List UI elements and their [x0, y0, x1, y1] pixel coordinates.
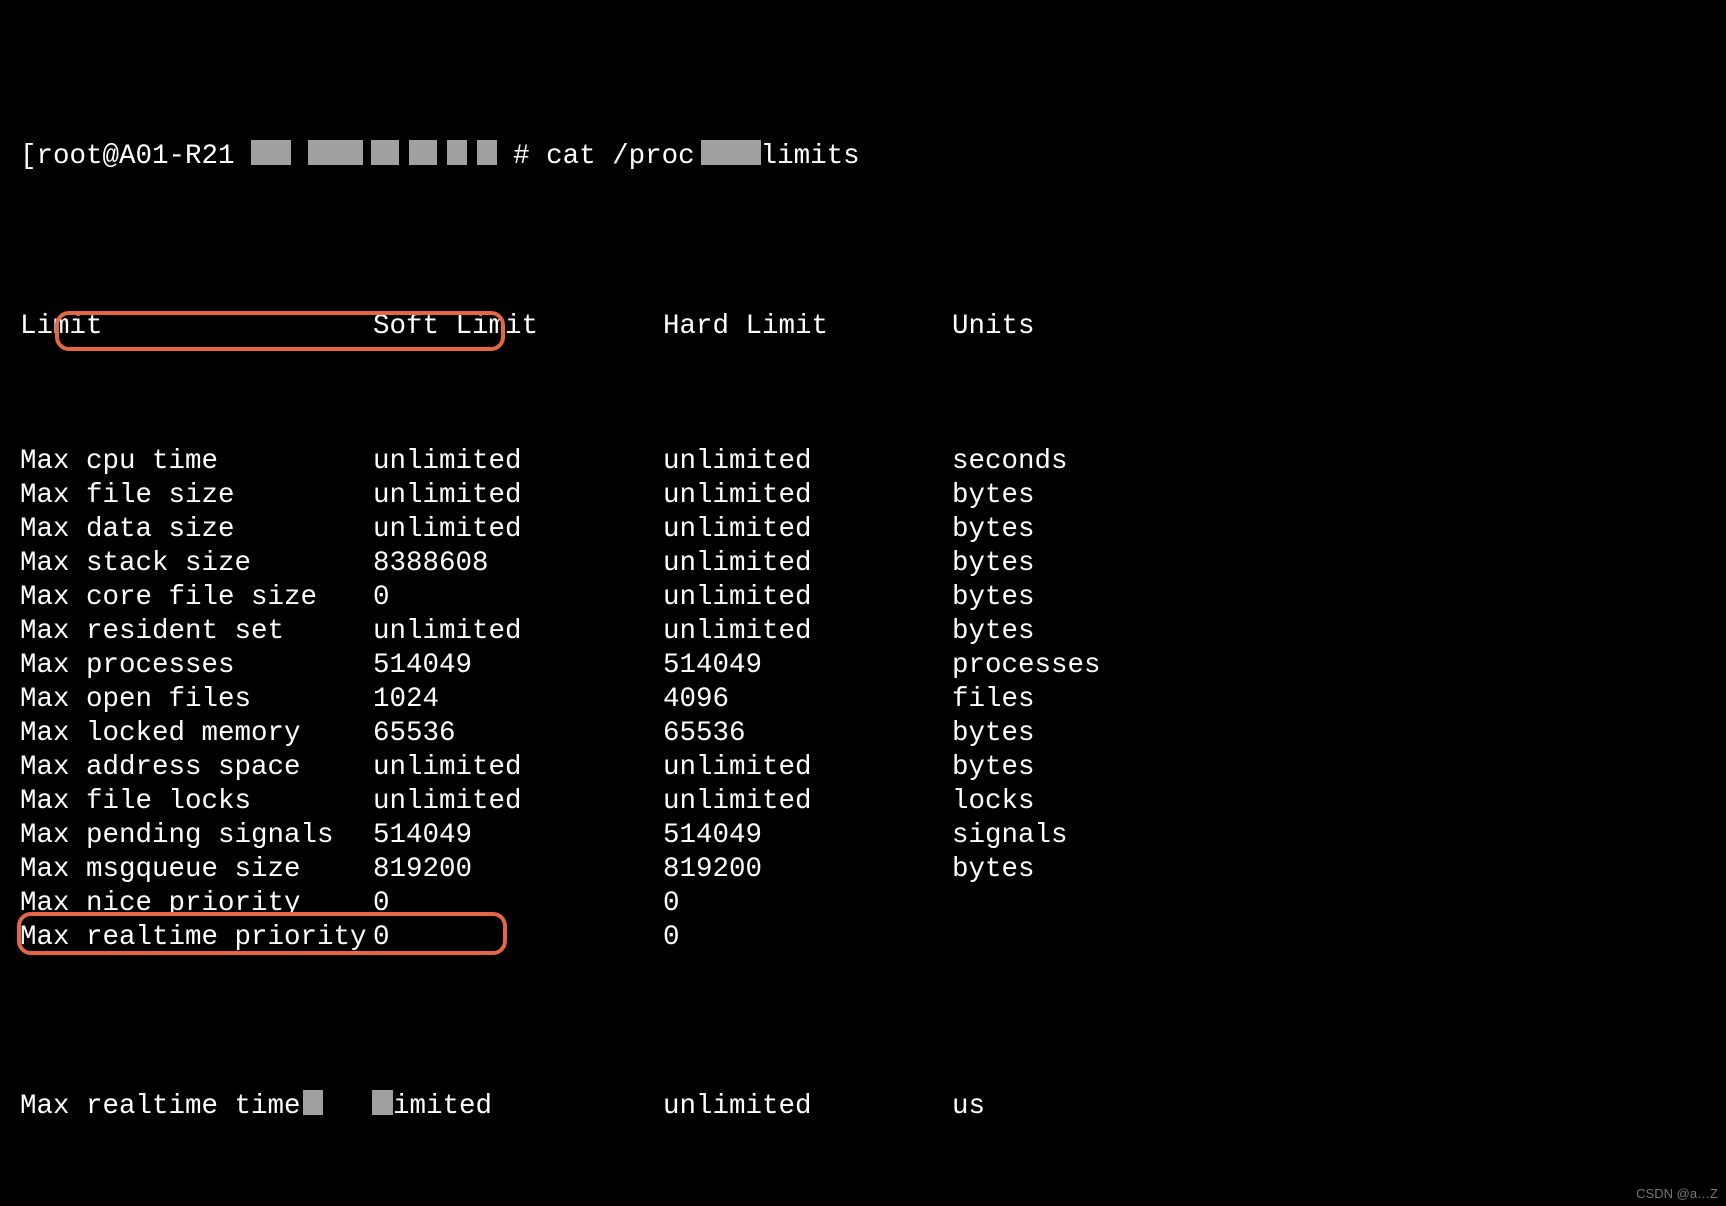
limit-hard: unlimited: [663, 445, 952, 479]
limit-name: Max file size: [20, 479, 373, 513]
header-soft: Soft Limit: [373, 310, 663, 344]
limit-name: Max file locks: [20, 785, 373, 819]
limit-hard: 0: [663, 921, 952, 955]
limit-soft: imited: [373, 1090, 663, 1124]
limits-row: Max msgqueue size819200819200bytes: [20, 853, 1706, 887]
redaction-block: [409, 140, 437, 165]
limit-hard: unlimited: [663, 513, 952, 547]
limit-name: Max stack size: [20, 547, 373, 581]
limit-name: Max resident set: [20, 615, 373, 649]
redaction-block: [701, 140, 761, 165]
redaction-block: [251, 140, 291, 165]
limit-hard: 514049: [663, 819, 952, 853]
limits-row: Max core file size0unlimitedbytes: [20, 581, 1706, 615]
redaction-block: [308, 140, 363, 165]
limit-soft: unlimited: [373, 513, 663, 547]
limits-row: Max file locksunlimitedunlimitedlocks: [20, 785, 1706, 819]
limit-units: bytes: [952, 717, 1035, 751]
limit-hard: unlimited: [663, 615, 952, 649]
limit-hard: unlimited: [663, 751, 952, 785]
prompt-user-host: [root@A01-R21: [20, 141, 235, 172]
watermark-text: CSDN @a…Z: [1636, 1186, 1718, 1202]
limit-soft: 514049: [373, 649, 663, 683]
limit-name: Max processes: [20, 649, 373, 683]
limit-units: bytes: [952, 581, 1035, 615]
limits-row: Max realtime priority00: [20, 921, 1706, 955]
limits-row: Max locked memory6553665536bytes: [20, 717, 1706, 751]
shell-prompt: [root@A01-R21 # cat /proc limits: [20, 140, 1706, 174]
redaction-block: [447, 140, 467, 165]
limits-row: Max data sizeunlimitedunlimitedbytes: [20, 513, 1706, 547]
limits-row: Max pending signals514049514049signals: [20, 819, 1706, 853]
redaction-block: [373, 1090, 393, 1115]
limit-soft: 0: [373, 921, 663, 955]
limit-hard: unlimited: [663, 581, 952, 615]
limit-soft: unlimited: [373, 615, 663, 649]
terminal-output[interactable]: [root@A01-R21 # cat /proc limits LimitSof…: [0, 0, 1726, 1206]
limit-soft: 1024: [373, 683, 663, 717]
limit-units: bytes: [952, 751, 1035, 785]
limit-units: bytes: [952, 513, 1035, 547]
limit-hard: unlimited: [663, 547, 952, 581]
limit-units: files: [952, 683, 1035, 717]
limits-row: Max resident setunlimitedunlimitedbytes: [20, 615, 1706, 649]
limit-hard: 0: [663, 887, 952, 921]
limit-soft: 819200: [373, 853, 663, 887]
header-limit: Limit: [20, 310, 373, 344]
limit-name: Max locked memory: [20, 717, 373, 751]
limit-hard: 4096: [663, 683, 952, 717]
limit-soft: 0: [373, 887, 663, 921]
limit-name: Max open files: [20, 683, 373, 717]
limits-row: Max realtime time imitedunlimitedus: [20, 1090, 1706, 1124]
redaction-block: [371, 140, 399, 165]
limit-hard: 65536: [663, 717, 952, 751]
limit-units: signals: [952, 819, 1068, 853]
prompt-command: # cat /proc: [513, 141, 695, 172]
header-hard: Hard Limit: [663, 310, 952, 344]
redaction-block: [477, 140, 497, 165]
limits-header: LimitSoft LimitHard LimitUnits: [20, 310, 1706, 344]
redaction-block: [303, 1090, 323, 1115]
limit-name: Max cpu time: [20, 445, 373, 479]
limits-row: Max cpu timeunlimitedunlimitedseconds: [20, 445, 1706, 479]
limit-soft: unlimited: [373, 751, 663, 785]
limit-soft: 0: [373, 581, 663, 615]
limits-row: Max address spaceunlimitedunlimitedbytes: [20, 751, 1706, 785]
limit-name: Max realtime priority: [20, 921, 373, 955]
limit-units: processes: [952, 649, 1101, 683]
limit-units: us: [952, 1090, 985, 1124]
limit-units: bytes: [952, 615, 1035, 649]
prompt-arg-tail: limits: [761, 141, 860, 172]
header-units: Units: [952, 310, 1035, 344]
limit-units: locks: [952, 785, 1035, 819]
limits-row: Max file sizeunlimitedunlimitedbytes: [20, 479, 1706, 513]
limit-units: seconds: [952, 445, 1068, 479]
limit-units: bytes: [952, 479, 1035, 513]
limits-row: Max stack size8388608unlimitedbytes: [20, 547, 1706, 581]
limit-soft: 8388608: [373, 547, 663, 581]
limits-row: Max nice priority00: [20, 887, 1706, 921]
limit-name: Max pending signals: [20, 819, 373, 853]
limit-name: Max msgqueue size: [20, 853, 373, 887]
limit-hard: 514049: [663, 649, 952, 683]
limit-units: bytes: [952, 547, 1035, 581]
limit-name: Max core file size: [20, 581, 373, 615]
limit-hard: 819200: [663, 853, 952, 887]
limit-name: Max address space: [20, 751, 373, 785]
limits-row: Max processes514049514049processes: [20, 649, 1706, 683]
limit-soft: unlimited: [373, 479, 663, 513]
limit-hard: unlimited: [663, 785, 952, 819]
limit-name: Max nice priority: [20, 887, 373, 921]
limit-hard: unlimited: [663, 479, 952, 513]
limit-name: Max data size: [20, 513, 373, 547]
limit-soft: 514049: [373, 819, 663, 853]
limits-row: Max open files10244096files: [20, 683, 1706, 717]
limit-soft: 65536: [373, 717, 663, 751]
limit-units: bytes: [952, 853, 1035, 887]
limit-soft: unlimited: [373, 445, 663, 479]
limit-hard: unlimited: [663, 1090, 952, 1124]
limit-name: Max realtime time: [20, 1090, 373, 1124]
limit-soft: unlimited: [373, 785, 663, 819]
